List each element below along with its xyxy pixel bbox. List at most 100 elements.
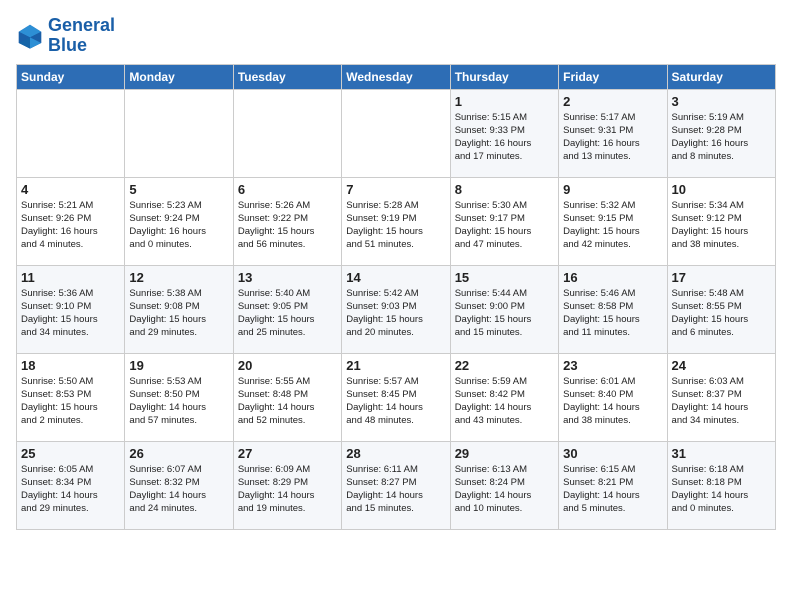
day-number: 31 <box>672 446 771 461</box>
day-info: Sunrise: 6:03 AM Sunset: 8:37 PM Dayligh… <box>672 375 771 428</box>
day-info: Sunrise: 5:23 AM Sunset: 9:24 PM Dayligh… <box>129 199 228 252</box>
day-info: Sunrise: 5:21 AM Sunset: 9:26 PM Dayligh… <box>21 199 120 252</box>
logo-general: General <box>48 15 115 35</box>
day-info: Sunrise: 5:15 AM Sunset: 9:33 PM Dayligh… <box>455 111 554 164</box>
day-number: 26 <box>129 446 228 461</box>
calendar-cell: 24 Sunrise: 6:03 AM Sunset: 8:37 PM Dayli… <box>667 353 775 441</box>
day-number: 1 <box>455 94 554 109</box>
day-number: 20 <box>238 358 337 373</box>
calendar-cell <box>233 89 341 177</box>
day-number: 30 <box>563 446 662 461</box>
calendar-cell: 31 Sunrise: 6:18 AM Sunset: 8:18 PM Dayli… <box>667 441 775 529</box>
day-number: 22 <box>455 358 554 373</box>
day-number: 24 <box>672 358 771 373</box>
calendar-cell: 13 Sunrise: 5:40 AM Sunset: 9:05 PM Dayli… <box>233 265 341 353</box>
calendar-cell: 26 Sunrise: 6:07 AM Sunset: 8:32 PM Dayli… <box>125 441 233 529</box>
weekday-header-row: Sunday Monday Tuesday Wednesday Thursday… <box>17 64 776 89</box>
calendar-cell: 7Sunrise: 5:28 AM Sunset: 9:19 PM Daylig… <box>342 177 450 265</box>
day-number: 4 <box>21 182 120 197</box>
calendar-cell: 3 Sunrise: 5:19 AM Sunset: 9:28 PM Daylig… <box>667 89 775 177</box>
header-tuesday: Tuesday <box>233 64 341 89</box>
day-info: Sunrise: 6:05 AM Sunset: 8:34 PM Dayligh… <box>21 463 120 516</box>
calendar-cell: 25 Sunrise: 6:05 AM Sunset: 8:34 PM Dayli… <box>17 441 125 529</box>
day-info: Sunrise: 5:19 AM Sunset: 9:28 PM Dayligh… <box>672 111 771 164</box>
header-saturday: Saturday <box>667 64 775 89</box>
calendar-cell: 28Sunrise: 6:11 AM Sunset: 8:27 PM Dayli… <box>342 441 450 529</box>
day-number: 19 <box>129 358 228 373</box>
day-info: Sunrise: 6:07 AM Sunset: 8:32 PM Dayligh… <box>129 463 228 516</box>
calendar-cell: 30 Sunrise: 6:15 AM Sunset: 8:21 PM Dayli… <box>559 441 667 529</box>
logo-icon <box>16 22 44 50</box>
calendar-cell: 18 Sunrise: 5:50 AM Sunset: 8:53 PM Dayli… <box>17 353 125 441</box>
calendar-cell: 6 Sunrise: 5:26 AM Sunset: 9:22 PM Daylig… <box>233 177 341 265</box>
day-number: 13 <box>238 270 337 285</box>
calendar-cell: 8Sunrise: 5:30 AM Sunset: 9:17 PM Daylig… <box>450 177 558 265</box>
day-number: 18 <box>21 358 120 373</box>
day-info: Sunrise: 5:57 AM Sunset: 8:45 PM Dayligh… <box>346 375 445 428</box>
day-number: 10 <box>672 182 771 197</box>
calendar-cell: 2Sunrise: 5:17 AM Sunset: 9:31 PM Daylig… <box>559 89 667 177</box>
header-wednesday: Wednesday <box>342 64 450 89</box>
calendar-cell: 22Sunrise: 5:59 AM Sunset: 8:42 PM Dayli… <box>450 353 558 441</box>
day-info: Sunrise: 5:28 AM Sunset: 9:19 PM Dayligh… <box>346 199 445 252</box>
day-info: Sunrise: 5:42 AM Sunset: 9:03 PM Dayligh… <box>346 287 445 340</box>
calendar-cell: 21Sunrise: 5:57 AM Sunset: 8:45 PM Dayli… <box>342 353 450 441</box>
day-info: Sunrise: 5:50 AM Sunset: 8:53 PM Dayligh… <box>21 375 120 428</box>
calendar-cell: 5 Sunrise: 5:23 AM Sunset: 9:24 PM Daylig… <box>125 177 233 265</box>
header-friday: Friday <box>559 64 667 89</box>
day-info: Sunrise: 5:34 AM Sunset: 9:12 PM Dayligh… <box>672 199 771 252</box>
day-info: Sunrise: 5:53 AM Sunset: 8:50 PM Dayligh… <box>129 375 228 428</box>
calendar-cell: 10 Sunrise: 5:34 AM Sunset: 9:12 PM Dayli… <box>667 177 775 265</box>
day-number: 23 <box>563 358 662 373</box>
day-number: 6 <box>238 182 337 197</box>
logo-blue: Blue <box>48 35 87 55</box>
day-number: 11 <box>21 270 120 285</box>
calendar-cell: 27 Sunrise: 6:09 AM Sunset: 8:29 PM Dayli… <box>233 441 341 529</box>
week-row-1: 1 Sunrise: 5:15 AM Sunset: 9:33 PM Daylig… <box>17 89 776 177</box>
calendar-cell: 9 Sunrise: 5:32 AM Sunset: 9:15 PM Daylig… <box>559 177 667 265</box>
day-number: 12 <box>129 270 228 285</box>
header-sunday: Sunday <box>17 64 125 89</box>
day-info: Sunrise: 6:13 AM Sunset: 8:24 PM Dayligh… <box>455 463 554 516</box>
calendar-cell: 17Sunrise: 5:48 AM Sunset: 8:55 PM Dayli… <box>667 265 775 353</box>
day-number: 25 <box>21 446 120 461</box>
day-number: 29 <box>455 446 554 461</box>
day-number: 5 <box>129 182 228 197</box>
day-number: 28 <box>346 446 445 461</box>
calendar-cell: 15 Sunrise: 5:44 AM Sunset: 9:00 PM Dayli… <box>450 265 558 353</box>
day-number: 14 <box>346 270 445 285</box>
day-info: Sunrise: 5:30 AM Sunset: 9:17 PM Dayligh… <box>455 199 554 252</box>
day-info: Sunrise: 5:55 AM Sunset: 8:48 PM Dayligh… <box>238 375 337 428</box>
day-info: Sunrise: 5:44 AM Sunset: 9:00 PM Dayligh… <box>455 287 554 340</box>
day-info: Sunrise: 6:18 AM Sunset: 8:18 PM Dayligh… <box>672 463 771 516</box>
day-info: Sunrise: 6:09 AM Sunset: 8:29 PM Dayligh… <box>238 463 337 516</box>
day-info: Sunrise: 6:01 AM Sunset: 8:40 PM Dayligh… <box>563 375 662 428</box>
day-info: Sunrise: 5:17 AM Sunset: 9:31 PM Dayligh… <box>563 111 662 164</box>
day-number: 9 <box>563 182 662 197</box>
page: General Blue Sunday Monday Tuesday Wedne… <box>0 0 792 540</box>
day-info: Sunrise: 5:40 AM Sunset: 9:05 PM Dayligh… <box>238 287 337 340</box>
day-number: 15 <box>455 270 554 285</box>
calendar-cell: 23 Sunrise: 6:01 AM Sunset: 8:40 PM Dayli… <box>559 353 667 441</box>
calendar-table: Sunday Monday Tuesday Wednesday Thursday… <box>16 64 776 530</box>
header-thursday: Thursday <box>450 64 558 89</box>
calendar-cell: 12Sunrise: 5:38 AM Sunset: 9:08 PM Dayli… <box>125 265 233 353</box>
calendar-cell <box>342 89 450 177</box>
day-info: Sunrise: 5:26 AM Sunset: 9:22 PM Dayligh… <box>238 199 337 252</box>
week-row-2: 4 Sunrise: 5:21 AM Sunset: 9:26 PM Daylig… <box>17 177 776 265</box>
logo: General Blue <box>16 16 115 56</box>
calendar-cell: 11 Sunrise: 5:36 AM Sunset: 9:10 PM Dayli… <box>17 265 125 353</box>
calendar-cell: 4 Sunrise: 5:21 AM Sunset: 9:26 PM Daylig… <box>17 177 125 265</box>
day-info: Sunrise: 5:32 AM Sunset: 9:15 PM Dayligh… <box>563 199 662 252</box>
header: General Blue <box>16 16 776 56</box>
day-info: Sunrise: 6:15 AM Sunset: 8:21 PM Dayligh… <box>563 463 662 516</box>
day-number: 27 <box>238 446 337 461</box>
day-number: 3 <box>672 94 771 109</box>
calendar-cell <box>125 89 233 177</box>
day-info: Sunrise: 5:46 AM Sunset: 8:58 PM Dayligh… <box>563 287 662 340</box>
calendar-cell: 29 Sunrise: 6:13 AM Sunset: 8:24 PM Dayli… <box>450 441 558 529</box>
calendar-cell: 16Sunrise: 5:46 AM Sunset: 8:58 PM Dayli… <box>559 265 667 353</box>
day-info: Sunrise: 5:36 AM Sunset: 9:10 PM Dayligh… <box>21 287 120 340</box>
week-row-4: 18 Sunrise: 5:50 AM Sunset: 8:53 PM Dayli… <box>17 353 776 441</box>
calendar-cell: 1 Sunrise: 5:15 AM Sunset: 9:33 PM Daylig… <box>450 89 558 177</box>
